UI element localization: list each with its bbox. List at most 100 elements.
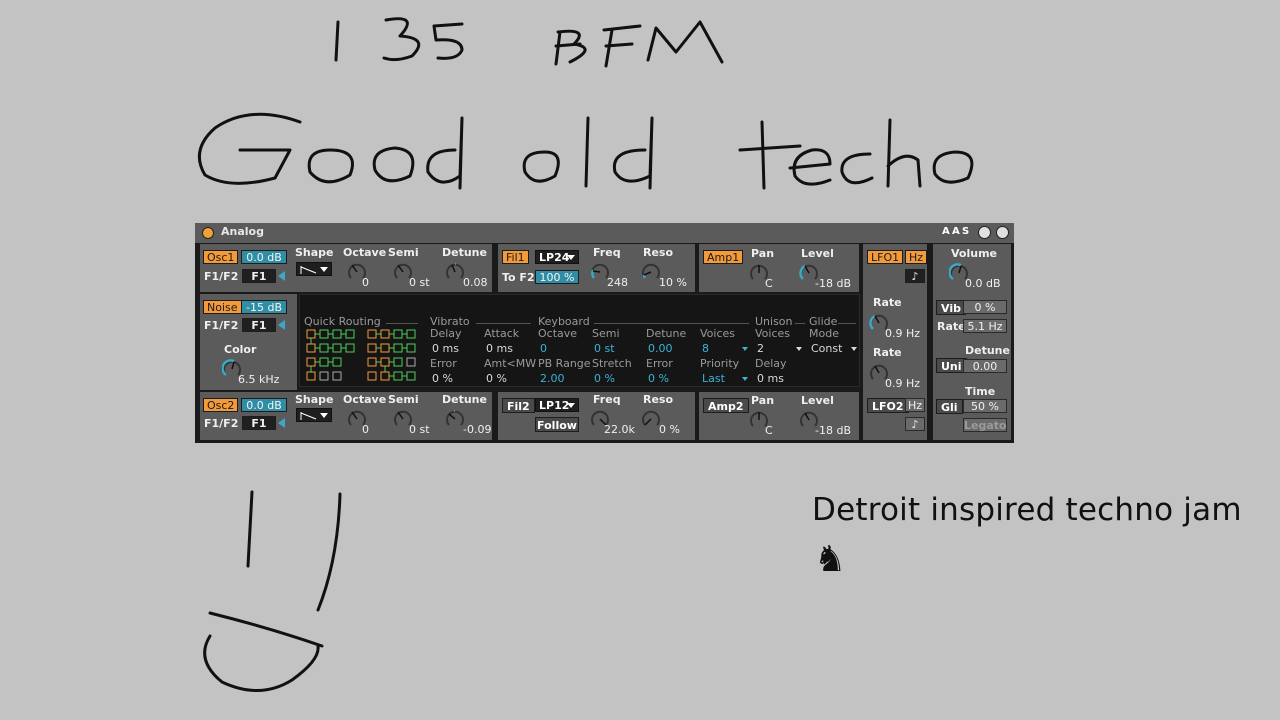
amp1-toggle[interactable]: Amp1 bbox=[703, 250, 744, 264]
fil2-type-value: LP12 bbox=[539, 399, 570, 412]
kbd-pbrange-value[interactable]: 2.00 bbox=[540, 372, 565, 385]
voices-chevron-icon[interactable] bbox=[742, 347, 748, 351]
osc2-route-value[interactable]: F1 bbox=[242, 416, 276, 430]
unison-voices-value[interactable]: 2 bbox=[757, 342, 764, 355]
osc2-panel: Osc2 0.0 dB F1/F2 F1 Shape Octave 0 Semi… bbox=[200, 392, 492, 440]
vib-rate-label: Rate bbox=[937, 320, 966, 333]
glide-time[interactable]: 50 % bbox=[963, 399, 1007, 413]
lfo2-hz-toggle[interactable]: Hz bbox=[905, 398, 925, 412]
lfo1-hz-toggle[interactable]: Hz bbox=[905, 250, 928, 264]
glide-mode-value[interactable]: Const bbox=[811, 342, 842, 355]
noise-route-arrow-icon[interactable] bbox=[278, 320, 285, 330]
unison-delay-value[interactable]: 0 ms bbox=[757, 372, 784, 385]
vib-delay-value[interactable]: 0 ms bbox=[432, 342, 459, 355]
fil2-reso-value: 0 % bbox=[659, 423, 680, 436]
amp2-level-label: Level bbox=[801, 394, 834, 407]
kbd-voices-label: Voices bbox=[700, 327, 736, 340]
gli-toggle[interactable]: Gli bbox=[936, 399, 963, 414]
noise-toggle[interactable]: Noise bbox=[203, 300, 242, 314]
kbd-error-value[interactable]: 0 % bbox=[648, 372, 669, 385]
lfo2-toggle[interactable]: LFO2 bbox=[867, 398, 909, 413]
quick-routing-grid[interactable] bbox=[306, 329, 418, 383]
kbd-priority-label: Priority bbox=[700, 357, 740, 370]
kbd-stretch-label: Stretch bbox=[592, 357, 632, 370]
kbd-detune-value[interactable]: 0.00 bbox=[648, 342, 673, 355]
noise-color-label: Color bbox=[224, 343, 257, 356]
amp2-toggle[interactable]: Amp2 bbox=[703, 398, 749, 413]
fil2-follow-button[interactable]: Follow bbox=[535, 417, 579, 432]
device-power-button[interactable] bbox=[202, 227, 214, 239]
chevron-down-icon bbox=[567, 255, 575, 260]
unison-voices-label: Voices bbox=[755, 327, 791, 340]
osc1-detune-knob[interactable] bbox=[445, 262, 465, 282]
osc1-octave-value: 0 bbox=[362, 276, 369, 289]
fil1-freq-label: Freq bbox=[593, 246, 621, 259]
fil2-reso-label: Reso bbox=[643, 393, 674, 406]
osc1-toggle[interactable]: Osc1 bbox=[203, 250, 239, 264]
chevron-down-icon bbox=[567, 403, 575, 408]
fil2-toggle[interactable]: Fil2 bbox=[502, 398, 535, 413]
kbd-priority-value[interactable]: Last bbox=[702, 372, 725, 385]
osc2-detune-knob[interactable] bbox=[445, 409, 465, 429]
vib-attack-value[interactable]: 0 ms bbox=[486, 342, 513, 355]
uni-toggle[interactable]: Uni bbox=[936, 358, 967, 373]
header-button-a2[interactable]: A bbox=[952, 226, 960, 237]
osc1-level[interactable]: 0.0 dB bbox=[241, 250, 287, 264]
lfo1-toggle[interactable]: LFO1 bbox=[867, 250, 904, 264]
glide-time-label: Time bbox=[965, 385, 996, 398]
save-preset-icon[interactable] bbox=[996, 226, 1009, 239]
uni-detune[interactable]: 0.00 bbox=[963, 359, 1007, 373]
kbd-octave-value[interactable]: 0 bbox=[540, 342, 547, 355]
lfo1-sync-note-icon[interactable]: ♪ bbox=[905, 269, 925, 283]
osc1-semi-label: Semi bbox=[388, 246, 419, 259]
uni-detune-label: Detune bbox=[965, 344, 1010, 357]
osc2-detune-label: Detune bbox=[442, 393, 487, 406]
fil1-type-select[interactable]: LP24 bbox=[535, 250, 579, 264]
osc2-shape-select[interactable] bbox=[296, 408, 332, 422]
kbd-pbrange-label: PB Range bbox=[538, 357, 591, 370]
kbd-semi-value[interactable]: 0 st bbox=[594, 342, 615, 355]
unison-delay-label: Delay bbox=[755, 357, 787, 370]
horse-icon: ♞ bbox=[814, 539, 847, 580]
osc2-toggle[interactable]: Osc2 bbox=[203, 398, 239, 412]
global-display: Quick Routing Vibrato Delay 0 ms Attack … bbox=[299, 294, 860, 387]
hot-swap-icon[interactable] bbox=[978, 226, 991, 239]
fil2-reso-knob[interactable] bbox=[641, 409, 661, 429]
vib-rate[interactable]: 5.1 Hz bbox=[963, 319, 1007, 333]
lfo2-sync-note-icon[interactable]: ♪ bbox=[905, 417, 925, 431]
osc2-octave-value: 0 bbox=[362, 423, 369, 436]
video-caption: Detroit inspired techno jam bbox=[812, 492, 1242, 528]
vib-amount[interactable]: 0 % bbox=[963, 300, 1007, 314]
noise-level[interactable]: -15 dB bbox=[241, 300, 287, 314]
kbd-voices-value[interactable]: 8 bbox=[702, 342, 709, 355]
osc1-route-value[interactable]: F1 bbox=[242, 269, 276, 283]
fil2-type-select[interactable]: LP12 bbox=[535, 398, 579, 412]
header-button-s[interactable]: S bbox=[962, 226, 969, 237]
unison-voices-chevron-icon[interactable] bbox=[796, 347, 802, 351]
analog-device: Analog A A S Osc1 0.0 dB F1/F2 F1 Shape … bbox=[195, 223, 1014, 443]
osc1-route-label: F1/F2 bbox=[204, 270, 239, 283]
priority-chevron-icon[interactable] bbox=[742, 377, 748, 381]
osc1-route-arrow-icon[interactable] bbox=[278, 271, 285, 281]
kbd-stretch-value[interactable]: 0 % bbox=[594, 372, 615, 385]
vib-error-value[interactable]: 0 % bbox=[432, 372, 453, 385]
osc2-octave-label: Octave bbox=[343, 393, 387, 406]
fil1-toggle[interactable]: Fil1 bbox=[502, 250, 529, 264]
vib-amt-value[interactable]: 0 % bbox=[486, 372, 507, 385]
fil2-panel: Fil2 LP12 Follow Freq 22.0k Reso 0 % bbox=[498, 392, 695, 440]
noise-route-value[interactable]: F1 bbox=[242, 318, 276, 332]
fil1-to-f2[interactable]: 100 % bbox=[535, 270, 579, 284]
chevron-down-icon bbox=[320, 413, 328, 418]
osc2-route-arrow-icon[interactable] bbox=[278, 418, 285, 428]
volume-value: 0.0 dB bbox=[965, 277, 1001, 290]
amp1-level-label: Level bbox=[801, 247, 834, 260]
header-button-a1[interactable]: A bbox=[942, 226, 950, 237]
vib-toggle[interactable]: Vib bbox=[936, 300, 966, 315]
legato-button[interactable]: Legato bbox=[963, 418, 1007, 432]
fil1-reso-knob[interactable] bbox=[641, 262, 661, 282]
osc2-route-label: F1/F2 bbox=[204, 417, 239, 430]
osc2-level[interactable]: 0.0 dB bbox=[241, 398, 287, 412]
osc1-octave-label: Octave bbox=[343, 246, 387, 259]
osc1-shape-select[interactable] bbox=[296, 262, 332, 276]
glide-mode-chevron-icon[interactable] bbox=[851, 347, 857, 351]
